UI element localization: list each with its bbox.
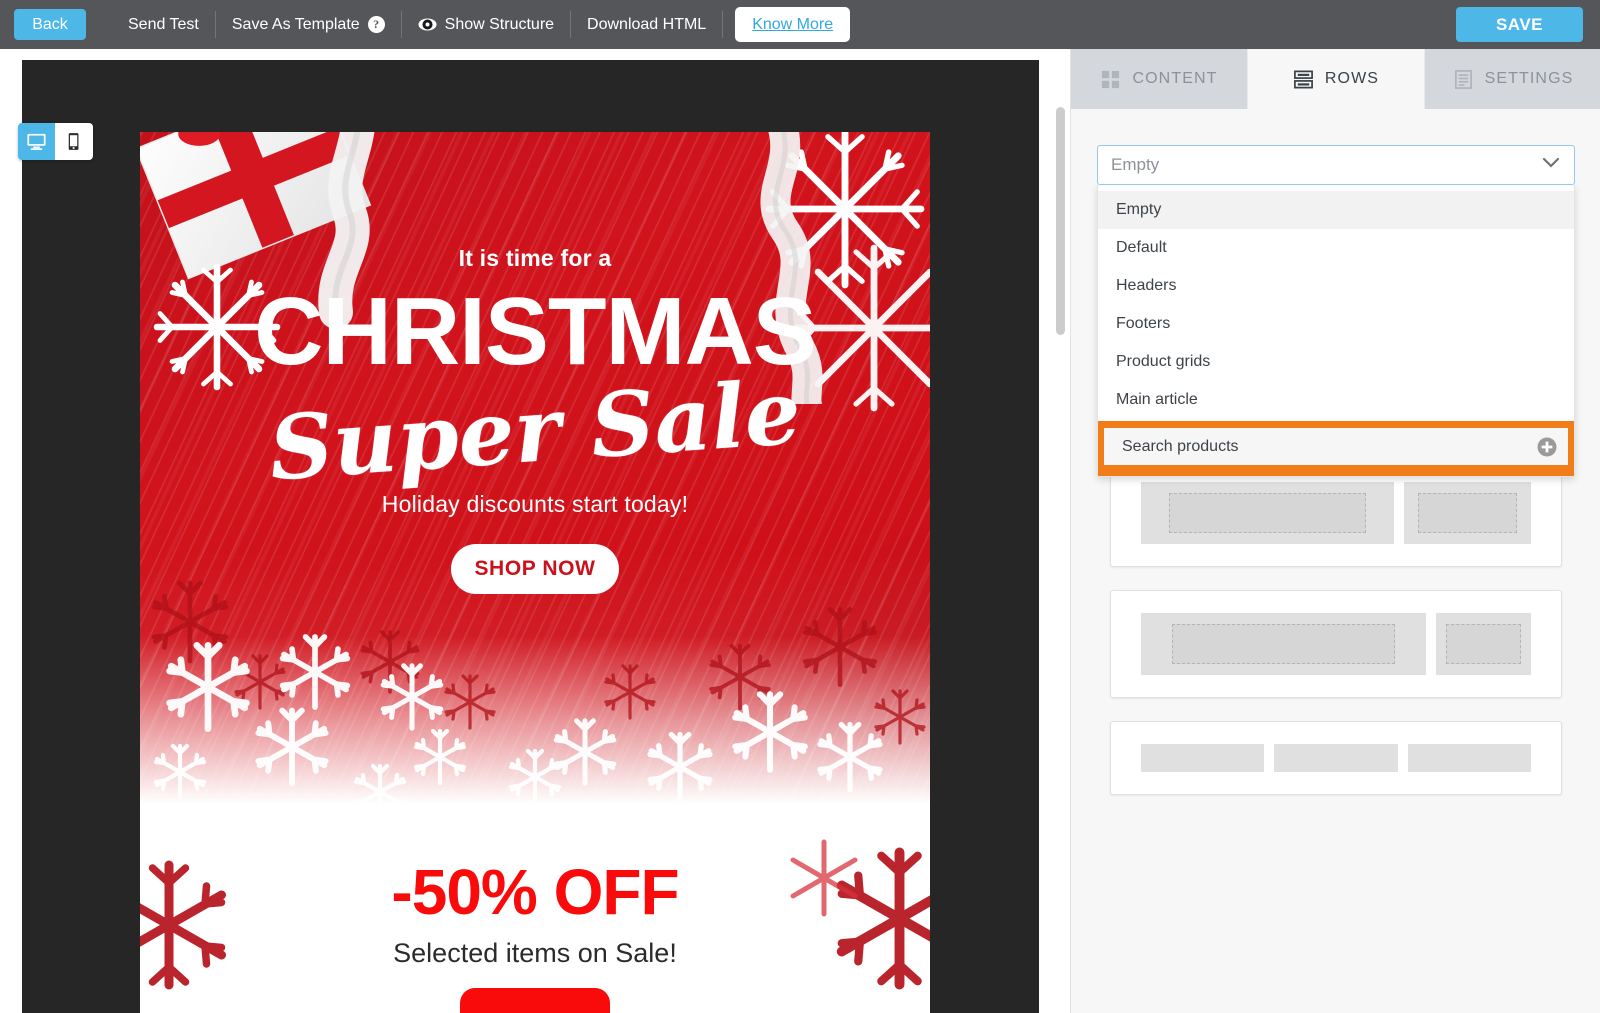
row-column [1407, 744, 1531, 772]
document-lines-icon [1454, 69, 1472, 89]
tab-content[interactable]: CONTENT [1071, 49, 1248, 109]
email-hero-section: It is time for a CHRISTMAS Super Sale Ho… [140, 132, 930, 832]
grid-squares-icon [1102, 70, 1120, 88]
dropdown-option-search-products[interactable]: Search products [1104, 428, 1568, 465]
row-column [1141, 482, 1395, 544]
editor-right-panel: CONTENT ROWS SETTINGS Empty Empty Defaul… [1070, 49, 1600, 1013]
email-preview[interactable]: It is time for a CHRISTMAS Super Sale Ho… [140, 132, 930, 1013]
row-column-placeholder [1418, 493, 1518, 533]
dropdown-option-empty[interactable]: Empty [1098, 191, 1574, 229]
device-preview-toggle[interactable] [18, 123, 93, 160]
top-toolbar: Back Send Test Save As Template ? Show S… [0, 0, 1600, 49]
row-column-placeholder [1172, 624, 1395, 664]
panel-tab-bar: CONTENT ROWS SETTINGS [1071, 49, 1600, 109]
search-products-label: Search products [1122, 437, 1239, 455]
rows-stack-icon [1293, 70, 1313, 88]
row-template-card[interactable] [1110, 590, 1562, 698]
email-discount-section: -50% OFF Selected items on Sale! [140, 832, 930, 1013]
eye-icon [418, 15, 437, 34]
know-more-button[interactable]: Know More [735, 7, 851, 42]
email-eyebrow: It is time for a [458, 245, 612, 271]
help-icon[interactable]: ? [367, 16, 385, 33]
row-column [1436, 613, 1531, 675]
tab-settings[interactable]: SETTINGS [1425, 49, 1600, 109]
tab-content-label: CONTENT [1132, 70, 1218, 87]
send-test-label: Send Test [128, 15, 199, 33]
save-as-template-button[interactable]: Save As Template ? [216, 0, 401, 49]
show-structure-label: Show Structure [444, 15, 555, 33]
save-button[interactable]: SAVE [1456, 7, 1583, 42]
canvas-scrollbar-thumb[interactable] [1056, 107, 1065, 335]
chevron-down-icon [1541, 156, 1561, 174]
shop-now-button[interactable]: SHOP NOW [451, 543, 619, 594]
plus-circle-icon[interactable] [1536, 436, 1558, 458]
discount-subtext: Selected items on Sale! [393, 938, 677, 968]
editor-canvas-area: It is time for a CHRISTMAS Super Sale Ho… [0, 49, 1070, 1013]
mobile-phone-icon [68, 133, 79, 150]
row-column [1274, 744, 1398, 772]
row-column-placeholder [1446, 624, 1521, 664]
mobile-view-button[interactable] [55, 123, 92, 160]
email-hero-copy: It is time for a CHRISTMAS Super Sale Ho… [140, 132, 930, 594]
dropdown-option-product-grids[interactable]: Product grids [1098, 343, 1574, 381]
row-column [1141, 613, 1426, 675]
desktop-view-button[interactable] [18, 123, 55, 160]
send-test-button[interactable]: Send Test [112, 0, 215, 49]
show-structure-button[interactable]: Show Structure [402, 0, 570, 49]
panel-body: Empty Empty Default Headers Footers Prod… [1071, 109, 1600, 1013]
discount-headline: -50% OFF [391, 856, 679, 928]
tab-rows-label: ROWS [1324, 70, 1380, 87]
row-column-placeholder [1168, 493, 1367, 533]
tab-rows[interactable]: ROWS [1248, 49, 1425, 109]
back-button[interactable]: Back [14, 9, 86, 40]
row-category-dropdown[interactable]: Empty Default Headers Footers Product gr… [1097, 185, 1575, 477]
dropdown-option-default[interactable]: Default [1098, 229, 1574, 267]
save-as-template-label: Save As Template [231, 15, 360, 33]
dropdown-option-headers[interactable]: Headers [1098, 267, 1574, 305]
row-category-select-value: Empty [1111, 155, 1160, 174]
row-column [1404, 482, 1531, 544]
tab-settings-label: SETTINGS [1484, 70, 1574, 87]
dropdown-option-footers[interactable]: Footers [1098, 305, 1574, 343]
row-column [1141, 744, 1265, 772]
search-products-highlight: Search products [1098, 421, 1574, 476]
bottom-cta-button[interactable] [460, 988, 610, 1013]
row-category-select[interactable]: Empty [1097, 145, 1575, 185]
desktop-monitor-icon [27, 133, 46, 150]
row-template-card[interactable] [1110, 721, 1562, 795]
toolbar-divider [722, 11, 724, 38]
canvas-scrollbar[interactable] [1056, 107, 1065, 1013]
dropdown-option-main-article[interactable]: Main article [1098, 381, 1574, 419]
download-html-button[interactable]: Download HTML [571, 0, 722, 49]
download-html-label: Download HTML [587, 15, 707, 33]
